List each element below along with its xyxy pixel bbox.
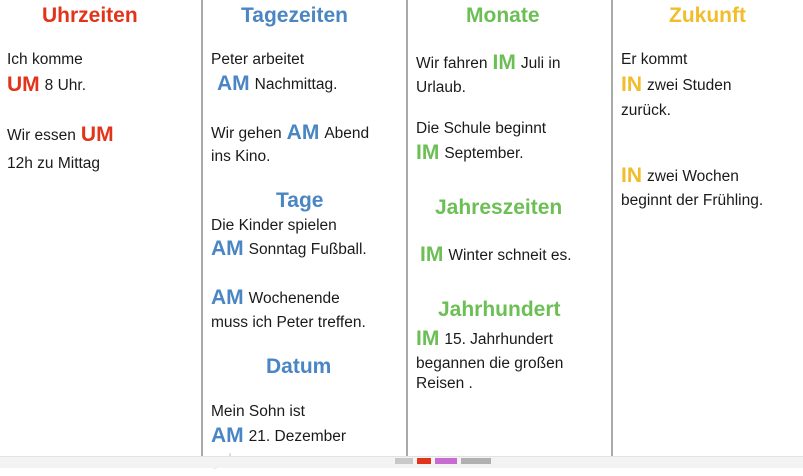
keyword-um: UM [7,73,40,96]
example-line: Wir essen UM [7,123,119,146]
player-logo-icon [395,458,505,466]
example-line: AM Sonntag Fußball. [211,237,367,260]
column-tagezeiten: Tagezeiten Peter arbeitet AM Nachmittag. … [201,0,406,469]
example-line: zurück. [621,102,671,119]
keyword-am: AM [217,72,250,95]
header-zukunft: Zukunft [669,4,746,27]
example-text: zwei Wochen [647,168,739,185]
example-text: Wir essen [7,127,76,144]
keyword-in: IN [621,164,642,187]
example-text: 8 Uhr. [44,77,87,94]
example-line: AM Wochenende [211,286,340,309]
keyword-im: IM [416,327,440,350]
example-line: IN zwei Studen [621,73,732,96]
example-text: September. [444,145,524,162]
keyword-im: IM [492,51,516,74]
subheader-jahreszeiten: Jahreszeiten [435,196,563,219]
example-text: Wochenende [248,290,340,307]
example-line: IM Winter schneit es. [420,243,572,266]
example-line: Peter arbeitet [211,51,305,68]
keyword-in: IN [621,73,642,96]
keyword-im: IM [420,243,444,266]
keyword-am: AM [286,121,320,144]
keyword-am: AM [211,237,244,260]
example-line: AM Nachmittag. [217,72,338,95]
example-line: begannen die großen [416,355,564,372]
prepositions-table: Uhrzeiten Ich komme UM 8 Uhr. Wir essen UM… [0,0,803,469]
example-line: Mein Sohn ist [211,403,305,420]
example-line: UM 8 Uhr. [7,73,87,96]
example-line: IM September. [416,141,524,164]
example-line: Ich komme [7,51,83,68]
example-line: AM 21. Dezember [211,424,347,447]
example-text: Wir fahren [416,55,488,72]
example-line: Reisen . [416,375,473,392]
example-text: Juli in [520,55,561,72]
column-zukunft: Zukunft Er kommt IN zwei Studen zurück. I… [611,0,803,456]
example-line: Die Schule beginnt [416,120,547,137]
keyword-am: AM [211,286,244,309]
example-line: Urlaub. [416,79,466,96]
example-line: ins Kino. [211,148,271,165]
subheader-jahrhundert: Jahrhundert [438,298,561,321]
example-line: 12h zu Mittag [7,155,101,172]
example-text: zwei Studen [647,77,732,94]
keyword-um: UM [80,123,114,146]
example-text: Wir gehen [211,125,282,142]
keyword-im: IM [416,141,440,164]
column-monate: Monate Wir fahren IM Juli in Urlaub. Die S… [406,0,611,456]
keyword-am: AM [211,424,244,447]
example-line: Er kommt [621,51,688,68]
subheader-tage: Tage [276,189,324,212]
example-line: IN zwei Wochen [621,164,739,187]
example-line: muss ich Peter treffen. [211,314,366,331]
header-tagezeiten: Tagezeiten [241,4,348,27]
example-line: Wir gehen AM Abend [211,121,370,144]
example-text: 21. Dezember [248,428,347,445]
example-text: 15. Jahrhundert [444,331,553,348]
header-monate: Monate [466,4,540,27]
column-uhrzeiten: Uhrzeiten Ich komme UM 8 Uhr. Wir essen UM… [0,0,201,456]
example-line: Wir fahren IM Juli in [416,51,561,74]
example-line: beginnt der Frühling. [621,192,764,209]
example-text: Abend [324,125,370,142]
example-line: IM 15. Jahrhundert [416,327,553,350]
example-text: Winter schneit es. [448,247,572,264]
example-text: Nachmittag. [254,76,338,93]
header-uhrzeiten: Uhrzeiten [42,4,138,27]
example-text: Sonntag Fußball. [248,241,367,258]
example-line: Die Kinder spielen [211,217,337,234]
subheader-datum: Datum [266,355,332,378]
